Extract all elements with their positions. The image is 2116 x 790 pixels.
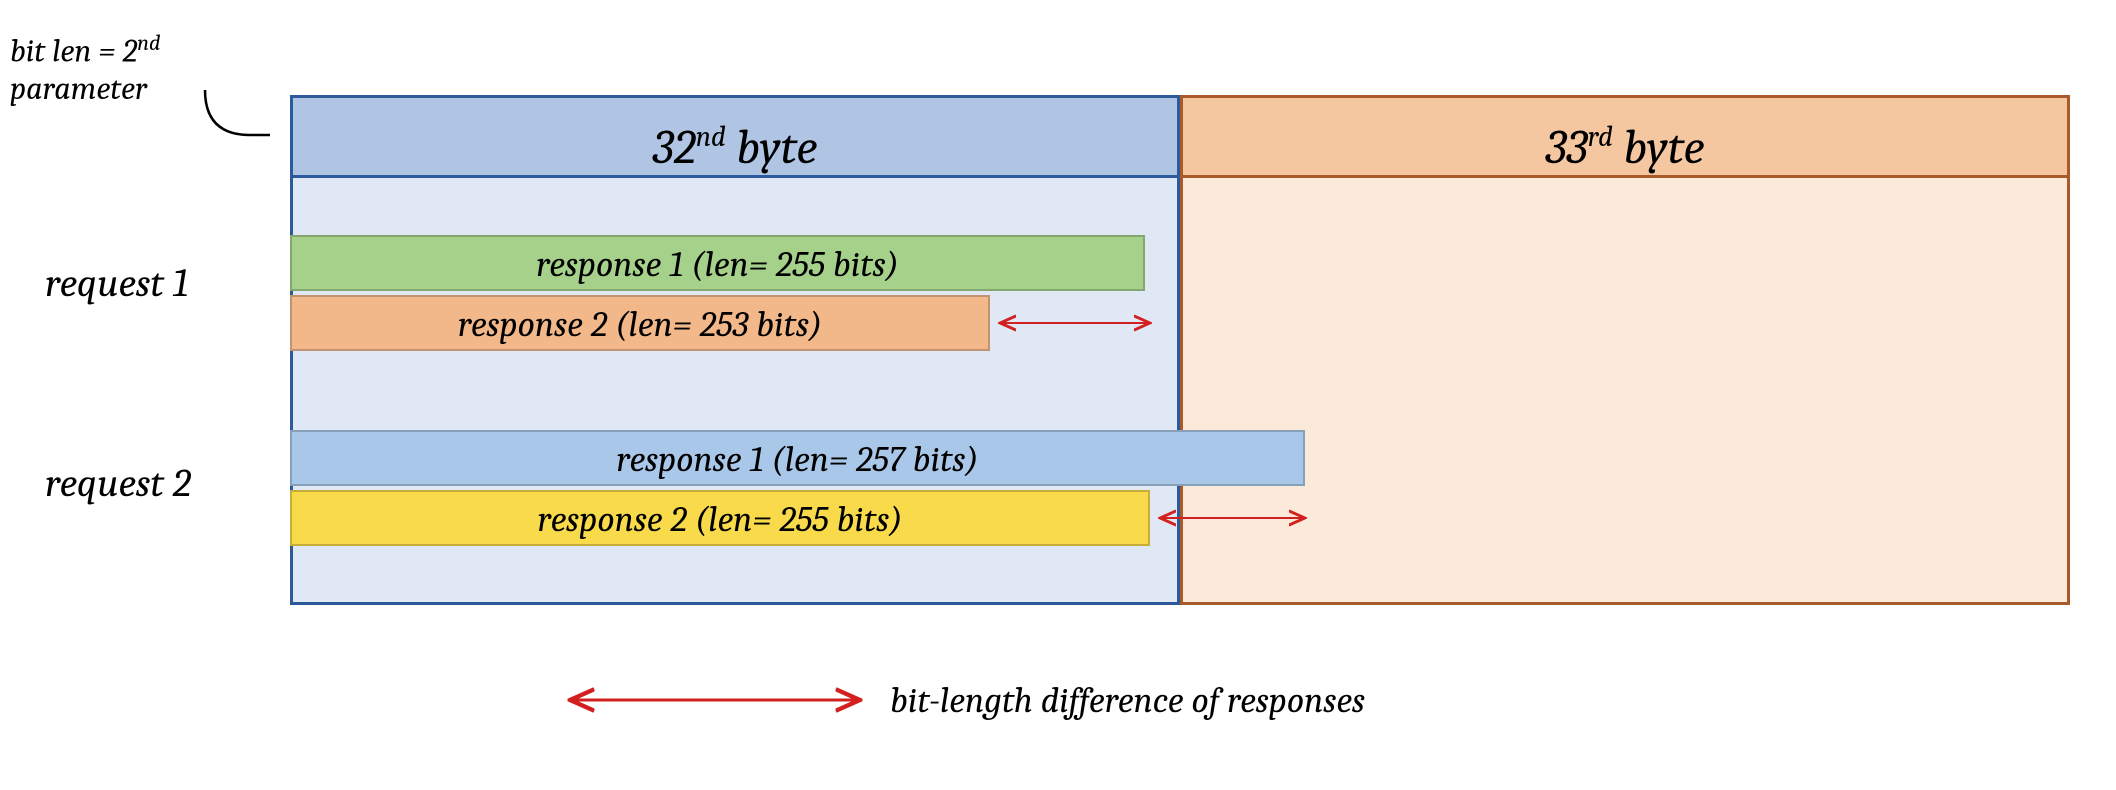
diagram-root: bit len = 2nd parameter request 1 reques… [0, 0, 2116, 790]
diff-note-text: bit-length difference of responses [890, 680, 1365, 721]
diff-arrows-layer [0, 0, 2116, 790]
